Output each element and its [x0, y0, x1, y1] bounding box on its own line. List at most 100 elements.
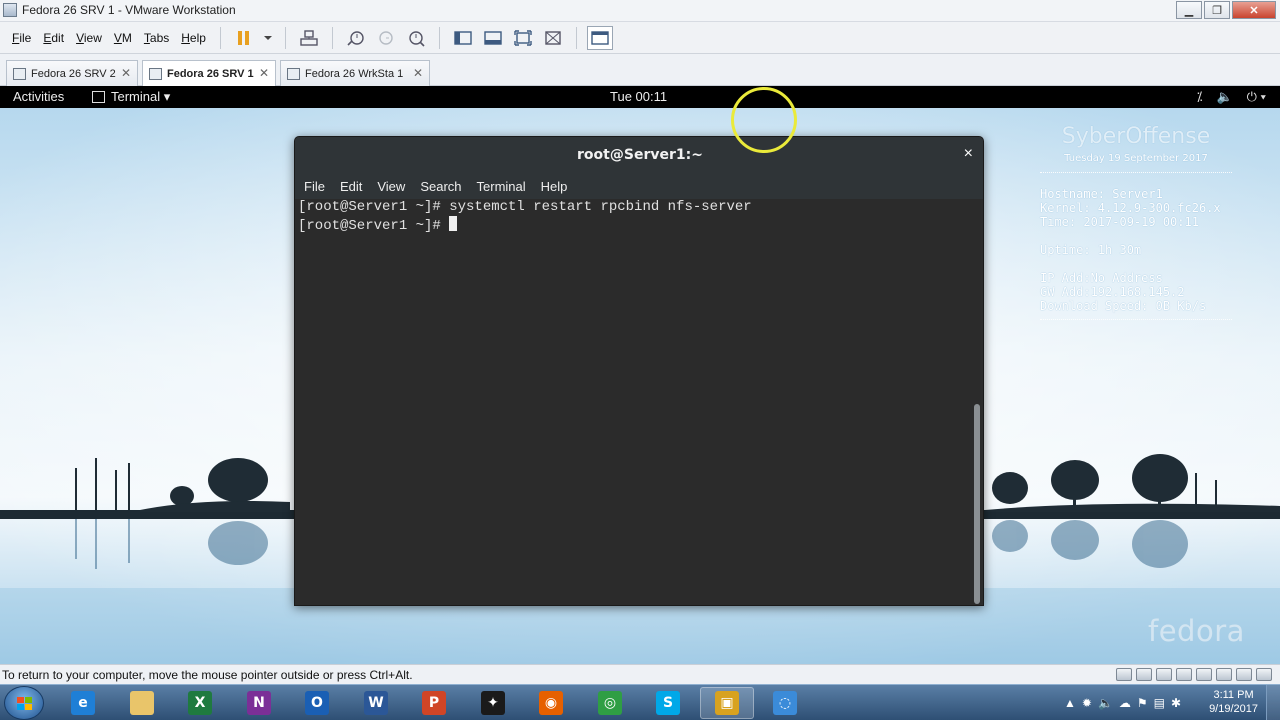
network-adapter-device-icon[interactable]: [1156, 668, 1172, 681]
terminal-menu-terminal[interactable]: Terminal: [477, 179, 526, 194]
send-ctrl-alt-del-button[interactable]: [296, 26, 322, 50]
taskbar-app-red-app[interactable]: ✦: [466, 687, 520, 719]
taskbar-app-word[interactable]: W: [349, 687, 403, 719]
unity-mode-icon: [545, 30, 561, 45]
taskbar-app-excel[interactable]: X: [173, 687, 227, 719]
network-tray-icon[interactable]: ▤: [1154, 696, 1165, 710]
network-icon[interactable]: ⁒: [1197, 89, 1203, 105]
fedora-logo: fedora: [1148, 614, 1245, 648]
taskbar-app-chrome[interactable]: ◎: [583, 687, 637, 719]
vmware-tab-strip: Fedora 26 SRV 2 ✕ Fedora 26 SRV 1 ✕ Fedo…: [0, 54, 1280, 86]
cd-dvd-device-icon[interactable]: [1136, 668, 1152, 681]
close-window-button[interactable]: ✕: [1232, 1, 1276, 19]
tab-fedora-26-srv-2[interactable]: Fedora 26 SRV 2 ✕: [6, 60, 138, 86]
menu-tabs[interactable]: Tabs: [138, 31, 175, 45]
terminal-window[interactable]: root@Server1:~ × File Edit View Search T…: [294, 136, 984, 606]
scrollbar-thumb[interactable]: [974, 404, 980, 604]
close-tab-icon[interactable]: ✕: [121, 66, 131, 80]
action-center-icon[interactable]: ⚑: [1137, 696, 1148, 710]
message-log-icon[interactable]: [1256, 668, 1272, 681]
firefox-icon: ◉: [539, 691, 563, 715]
terminal-output[interactable]: [root@Server1 ~]# systemctl restart rpcb…: [295, 199, 975, 605]
taskbar-clock[interactable]: 3:11 PM 9/19/2017: [1209, 688, 1258, 716]
taskbar-app-vmware[interactable]: ▣: [700, 687, 754, 719]
bluetooth-tray-icon[interactable]: ✱: [1171, 696, 1181, 710]
terminal-menu-help[interactable]: Help: [541, 179, 568, 194]
sound-card-device-icon[interactable]: [1196, 668, 1212, 681]
word-icon: W: [364, 691, 388, 715]
taskbar-app-firefox[interactable]: ◉: [524, 687, 578, 719]
tab-label: Fedora 26 SRV 2: [31, 67, 116, 80]
show-desktop-button[interactable]: [1266, 685, 1280, 720]
pause-vm-button[interactable]: [231, 26, 257, 50]
show-thumbnail-bar-button[interactable]: [480, 26, 506, 50]
show-library-button[interactable]: [450, 26, 476, 50]
close-tab-icon[interactable]: ✕: [259, 66, 269, 80]
terminal-menu-view[interactable]: View: [377, 179, 405, 194]
unity-mode-button[interactable]: [540, 26, 566, 50]
volume-tray-icon[interactable]: 🔈: [1098, 696, 1113, 710]
terminal-menu-search[interactable]: Search: [420, 179, 461, 194]
taskbar-app-file-explorer[interactable]: [115, 687, 169, 719]
windows-logo-icon: [17, 697, 32, 710]
taskbar-app-onenote[interactable]: N: [232, 687, 286, 719]
full-screen-icon: [514, 29, 532, 46]
start-button[interactable]: [4, 686, 44, 720]
power-menu-icon[interactable]: ⏻ ▾: [1247, 89, 1266, 105]
conky-brand: SyberOffense: [1061, 124, 1211, 149]
console-view-button[interactable]: [586, 25, 613, 50]
menu-vm[interactable]: VM: [108, 31, 138, 45]
taskbar-app-media-app[interactable]: ◌: [758, 687, 812, 719]
revert-snapshot-button[interactable]: [373, 26, 399, 50]
taskbar-app-skype[interactable]: S: [641, 687, 695, 719]
status-message: To return to your computer, move the mou…: [2, 668, 413, 682]
onedrive-icon[interactable]: ☁: [1119, 696, 1131, 710]
full-screen-button[interactable]: [510, 26, 536, 50]
power-dropdown-button[interactable]: [261, 26, 275, 50]
terminal-header-bar[interactable]: root@Server1:~ ×: [295, 137, 983, 173]
mouse-highlight-ring: [731, 87, 797, 153]
tray-app-icon[interactable]: ✹: [1082, 696, 1092, 710]
terminal-menubar: File Edit View Search Terminal Help: [295, 173, 983, 199]
close-icon[interactable]: ×: [964, 145, 973, 163]
usb-device-icon[interactable]: [1176, 668, 1192, 681]
snapshot-manager-button[interactable]: [403, 26, 429, 50]
terminal-menu-edit[interactable]: Edit: [340, 179, 362, 194]
taskbar-app-internet-explorer[interactable]: e: [56, 687, 110, 719]
top-bar-clock[interactable]: Tue 00:11: [610, 89, 667, 104]
activities-button[interactable]: Activities: [13, 89, 64, 104]
terminal-scrollbar[interactable]: [973, 199, 981, 605]
tab-fedora-26-wrksta-1[interactable]: Fedora 26 WrkSta 1 ✕: [280, 60, 430, 86]
restore-button[interactable]: ❐: [1204, 1, 1230, 19]
media-app-icon: ◌: [773, 691, 797, 715]
conky-system-monitor: SyberOffense Tuesday 19 September 2017 H…: [1040, 124, 1232, 334]
keyboard-network-icon: [300, 29, 318, 46]
tab-fedora-26-srv-1[interactable]: Fedora 26 SRV 1 ✕: [142, 60, 276, 86]
taskbar-app-outlook[interactable]: O: [290, 687, 344, 719]
menu-file[interactable]: File: [6, 31, 37, 45]
display-device-icon[interactable]: [1236, 668, 1252, 681]
tab-label: Fedora 26 WrkSta 1: [305, 67, 404, 80]
conky-kernel: Kernel: 4.12.9-300.fc26.x: [1040, 201, 1221, 215]
close-tab-icon[interactable]: ✕: [413, 66, 423, 80]
taskbar-app-powerpoint[interactable]: P: [407, 687, 461, 719]
snapshot-button[interactable]: [343, 26, 369, 50]
console-view-icon: [591, 30, 609, 45]
guest-display[interactable]: Activities Terminal ▾ Tue 00:11 ⁒ 🔈 ⏻ ▾: [0, 86, 1280, 664]
printer-device-icon[interactable]: [1216, 668, 1232, 681]
window-title: Fedora 26 SRV 1 - VMware Workstation: [22, 3, 236, 17]
menu-help[interactable]: Help: [175, 31, 212, 45]
terminal-menu-file[interactable]: File: [304, 179, 325, 194]
vmware-icon: ▣: [715, 691, 739, 715]
minimize-button[interactable]: ▁: [1176, 1, 1202, 19]
pause-icon: [237, 30, 249, 45]
show-hidden-icons-icon[interactable]: ▲: [1064, 696, 1076, 710]
windows-taskbar: e X N O W P ✦ ◉ ◎ S ▣ ◌ ▲ ✹ 🔈 ☁ ⚑ ▤ ✱ 3:11 PM 9/19/…: [0, 684, 1280, 720]
chrome-icon: ◎: [598, 691, 622, 715]
volume-icon[interactable]: 🔈: [1216, 89, 1232, 105]
hard-disk-device-icon[interactable]: [1116, 668, 1132, 681]
menu-edit[interactable]: Edit: [37, 31, 70, 45]
menu-view[interactable]: View: [70, 31, 108, 45]
vmware-menubar: File Edit View VM Tabs Help: [0, 22, 1280, 54]
app-menu-terminal[interactable]: Terminal ▾: [92, 89, 170, 105]
